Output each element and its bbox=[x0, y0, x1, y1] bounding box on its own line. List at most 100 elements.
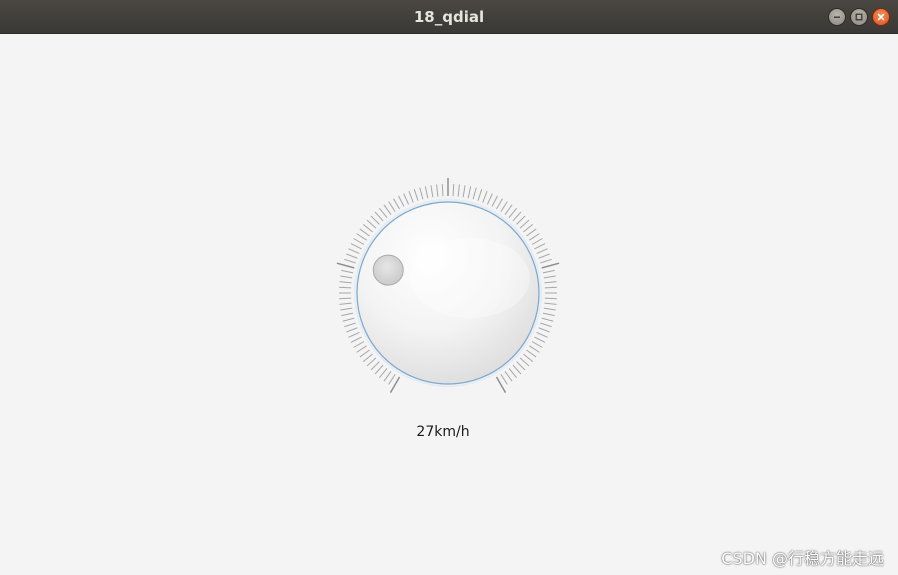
dial-notch bbox=[452, 184, 455, 197]
dial-notch bbox=[370, 361, 380, 371]
dial-notch bbox=[457, 184, 460, 197]
dial-notch bbox=[336, 262, 355, 269]
dial-notch bbox=[339, 286, 352, 289]
window-title: 18_qdial bbox=[413, 8, 485, 26]
dial-notch bbox=[366, 357, 377, 367]
app-window: 18_qdial 27km/h CSDN @行稳方能走远 bbox=[0, 0, 898, 575]
maximize-icon bbox=[855, 13, 863, 21]
dial-notch bbox=[339, 281, 352, 284]
dial-notch bbox=[543, 307, 556, 311]
close-button[interactable] bbox=[872, 8, 890, 26]
dial-notch bbox=[531, 341, 543, 348]
dial-notch bbox=[462, 185, 466, 198]
speed-dial[interactable] bbox=[330, 174, 570, 414]
dial-notch bbox=[379, 368, 388, 379]
dial-notch bbox=[534, 243, 546, 250]
dial-notch bbox=[346, 327, 358, 333]
dial-notch bbox=[393, 198, 400, 210]
dial-notch bbox=[529, 233, 540, 241]
dial-notch bbox=[356, 345, 367, 353]
dial-notch bbox=[504, 371, 513, 382]
dial-notch bbox=[344, 258, 356, 264]
dial-notch bbox=[419, 187, 424, 200]
dial-notch bbox=[541, 262, 560, 269]
dial-notch bbox=[519, 357, 530, 367]
dial-notch bbox=[353, 341, 365, 348]
dial-notch bbox=[543, 275, 556, 279]
dial-notch bbox=[342, 317, 355, 322]
maximize-button[interactable] bbox=[850, 8, 868, 26]
dial-highlight bbox=[410, 238, 530, 318]
dial-notch bbox=[541, 317, 554, 322]
dial-notch bbox=[538, 253, 550, 259]
dial-notch bbox=[348, 331, 360, 338]
dial-notch bbox=[508, 368, 517, 379]
dial-notch bbox=[424, 186, 429, 199]
minimize-icon bbox=[834, 16, 840, 18]
dial-notch bbox=[496, 198, 503, 210]
dial-notch bbox=[350, 336, 362, 343]
dial-notch bbox=[544, 297, 557, 300]
dial-notch bbox=[544, 281, 557, 284]
dial-notch bbox=[540, 258, 552, 264]
title-bar[interactable]: 18_qdial bbox=[0, 0, 898, 34]
dial-notch bbox=[526, 349, 537, 358]
dial-notch bbox=[398, 195, 405, 207]
dial-notch bbox=[544, 302, 557, 305]
dial-notch bbox=[482, 191, 488, 203]
dial-notch bbox=[500, 374, 508, 385]
dial-notch bbox=[512, 211, 522, 222]
dial-notch bbox=[516, 361, 526, 371]
speed-label: 27km/h bbox=[416, 424, 470, 440]
dial-notch bbox=[359, 349, 370, 358]
dial-notch bbox=[341, 312, 354, 317]
dial-notch bbox=[374, 211, 384, 222]
dial-notch bbox=[346, 253, 358, 259]
dial-notch bbox=[339, 297, 352, 300]
dial-notch bbox=[508, 207, 517, 218]
main-content: 27km/h bbox=[0, 34, 898, 575]
dial-notch bbox=[353, 238, 365, 245]
dial-notch bbox=[441, 184, 444, 197]
dial-notch bbox=[430, 185, 434, 198]
dial-notch bbox=[540, 322, 552, 328]
minimize-button[interactable] bbox=[828, 8, 846, 26]
dial-notch bbox=[379, 207, 388, 218]
watermark: CSDN @行稳方能走远 bbox=[721, 549, 884, 568]
dial-notch bbox=[388, 201, 396, 212]
dial-notch bbox=[472, 187, 477, 200]
dial-notch bbox=[339, 302, 352, 305]
close-icon bbox=[877, 13, 885, 21]
dial-notch bbox=[531, 238, 543, 245]
dial-notch bbox=[359, 228, 370, 237]
dial-notch bbox=[413, 189, 419, 201]
dial-notch bbox=[491, 195, 498, 207]
dial-notch bbox=[477, 189, 483, 201]
dial-notch bbox=[356, 233, 367, 241]
dial-notch bbox=[403, 193, 410, 205]
dial-notch bbox=[374, 364, 384, 375]
dial-notch bbox=[542, 269, 555, 274]
dial-notch bbox=[536, 248, 548, 255]
dial-notch bbox=[366, 219, 377, 229]
dial-handle[interactable] bbox=[372, 254, 404, 286]
dial-notch bbox=[536, 331, 548, 338]
dial-notch bbox=[370, 215, 380, 225]
dial-notch bbox=[504, 204, 513, 215]
dial-notch bbox=[523, 353, 534, 362]
dial-notch bbox=[436, 184, 439, 197]
dial-notch bbox=[350, 243, 362, 250]
dial-notch bbox=[538, 327, 550, 333]
dial-notch bbox=[467, 186, 472, 199]
dial-notch bbox=[383, 204, 392, 215]
dial-notch bbox=[526, 228, 537, 237]
dial-notch bbox=[362, 353, 373, 362]
dial-notch bbox=[344, 322, 356, 328]
dial-notch bbox=[534, 336, 546, 343]
dial-notch bbox=[348, 248, 360, 255]
dial-notch bbox=[512, 364, 522, 375]
dial-notch bbox=[544, 286, 557, 289]
dial-notch bbox=[408, 191, 414, 203]
dial-notch bbox=[383, 371, 392, 382]
dial-notch bbox=[516, 215, 526, 225]
